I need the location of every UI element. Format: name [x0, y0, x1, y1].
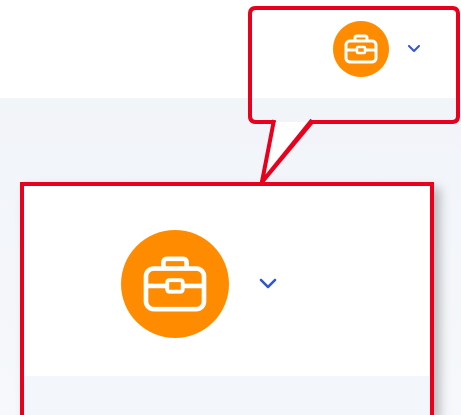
zoom-content-area	[24, 376, 430, 415]
chevron-down-icon[interactable]	[407, 42, 421, 56]
account-avatar-magnified	[121, 230, 229, 338]
briefcase-icon	[344, 34, 378, 64]
chevron-down-icon	[257, 272, 279, 294]
account-menu-toggle[interactable]	[333, 21, 421, 77]
briefcase-icon	[143, 256, 207, 312]
zoom-magnified-panel	[20, 182, 434, 415]
account-avatar[interactable]	[333, 21, 389, 77]
